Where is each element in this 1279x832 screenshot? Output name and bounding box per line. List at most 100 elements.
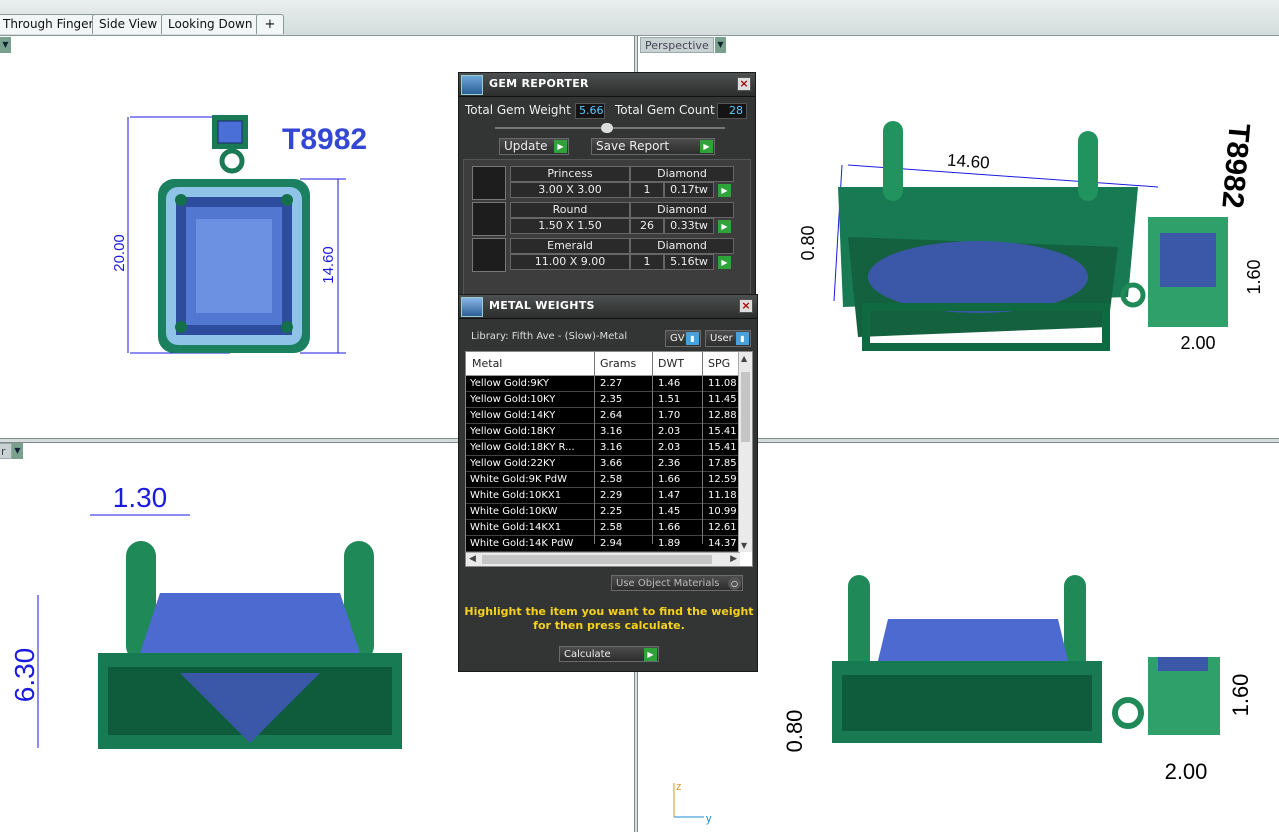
round-gem-icon [472, 202, 506, 236]
gem-reporter-close-button[interactable]: × [737, 77, 751, 91]
column-divider [702, 352, 703, 544]
metal-name: White Gold:14KX1 [470, 522, 562, 533]
metal-row[interactable]: Yellow Gold:22KY 3.66 2.36 17.85 [466, 456, 738, 472]
add-tab-button[interactable]: + [256, 14, 284, 34]
metal-grams: 3.66 [600, 458, 623, 469]
gem-row[interactable]: Round Diamond 1.50 X 1.50 26 0.33tw ▶ [472, 202, 756, 236]
metal-row[interactable]: White Gold:9K PdW 2.58 1.66 12.59 [466, 472, 738, 488]
metal-row[interactable]: Yellow Gold:18KY 3.16 2.03 15.41 [466, 424, 738, 440]
metal-dwt: 1.70 [658, 410, 681, 421]
metal-row[interactable]: Yellow Gold:18KY R... 3.16 2.03 15.41 [466, 440, 738, 456]
metal-row[interactable]: Yellow Gold:9KY 2.27 1.46 11.08 [466, 376, 738, 392]
use-object-materials-toggle[interactable]: Use Object Materials ○ [611, 575, 743, 591]
metal-grams: 2.94 [600, 538, 623, 549]
metal-row[interactable]: Yellow Gold:10KY 2.35 1.51 11.45 [466, 392, 738, 408]
gem-row[interactable]: Princess Diamond 3.00 X 3.00 1 0.17tw ▶ [472, 166, 756, 200]
metal-dwt: 2.03 [658, 442, 681, 453]
scroll-up-icon[interactable]: ▲ [741, 354, 750, 363]
user-toggle[interactable]: User ▮ [705, 330, 751, 347]
dimension-height-text: 20.00 [111, 234, 128, 272]
metal-spg: 11.08 [708, 378, 737, 389]
metal-dwt: 2.36 [658, 458, 681, 469]
metal-row[interactable]: Yellow Gold:14KY 2.64 1.70 12.88 [466, 408, 738, 424]
metal-grams: 2.64 [600, 410, 623, 421]
column-header-grams[interactable]: Grams [600, 356, 636, 372]
calculate-button[interactable]: Calculate ▶ [559, 646, 659, 662]
metal-grams: 3.16 [600, 442, 623, 453]
gem-row[interactable]: Emerald Diamond 11.00 X 9.00 1 5.16tw ▶ [472, 238, 756, 272]
metal-weights-panel: METAL WEIGHTS × Library: Fifth Ave - (Sl… [458, 294, 758, 672]
column-header-metal[interactable]: Metal [472, 356, 502, 372]
gem-select-button[interactable]: ▶ [718, 220, 731, 233]
gem-select-button[interactable]: ▶ [718, 256, 731, 269]
gv-toggle[interactable]: GV ▮ [665, 330, 701, 347]
tab-side-view[interactable]: Side View [92, 14, 165, 34]
metal-table-vertical-scrollbar[interactable]: ▲ ▼ [738, 352, 752, 552]
dimension-width-text: 14.60 [946, 151, 990, 173]
view-tab-bar: Through Finger Side View Looking Down + [0, 0, 1279, 36]
toggle-off-icon: ○ [728, 577, 741, 590]
dimension-height-text: 6.30 [9, 648, 40, 703]
metal-spg: 10.99 [708, 506, 737, 517]
scroll-right-icon[interactable]: ▶ [730, 554, 737, 564]
use-object-materials-label: Use Object Materials [616, 578, 720, 589]
scroll-left-icon[interactable]: ◀ [469, 554, 476, 564]
metal-row[interactable]: White Gold:14K PdW 2.94 1.89 14.37 [466, 536, 738, 552]
gem-list: Princess Diamond 3.00 X 3.00 1 0.17tw ▶ … [463, 159, 751, 295]
metal-dwt: 1.66 [658, 522, 681, 533]
metal-dwt: 1.89 [658, 538, 681, 549]
tab-through-finger[interactable]: Through Finger [0, 14, 101, 34]
play-icon: ▶ [644, 648, 657, 661]
dimension-inner-text: 14.60 [320, 246, 337, 284]
metal-spg: 12.88 [708, 410, 737, 421]
play-icon: ▶ [554, 140, 567, 153]
gem-shape: Round [510, 202, 630, 218]
gem-select-button[interactable]: ▶ [718, 184, 731, 197]
user-label: User [710, 333, 733, 344]
metal-grams: 2.58 [600, 474, 623, 485]
metal-spg: 14.37 [708, 538, 737, 549]
gem-reporter-titlebar[interactable]: GEM REPORTER × [459, 73, 755, 97]
metal-weights-titlebar[interactable]: METAL WEIGHTS × [459, 295, 757, 319]
metal-grams: 2.27 [600, 378, 623, 389]
metal-dwt: 1.66 [658, 474, 681, 485]
metal-grams: 2.35 [600, 394, 623, 405]
column-header-dwt[interactable]: DWT [658, 356, 684, 372]
scroll-down-icon[interactable]: ▼ [741, 541, 750, 550]
metal-table-horizontal-scrollbar[interactable]: ◀ ▶ [466, 552, 740, 566]
tab-looking-down[interactable]: Looking Down [161, 14, 260, 34]
metal-weights-close-button[interactable]: × [739, 299, 753, 313]
model-code-text: T8982 [282, 123, 367, 156]
metal-weights-icon [461, 297, 483, 317]
gem-slider-handle[interactable] [601, 123, 613, 133]
scroll-thumb[interactable] [741, 372, 750, 442]
metal-grams: 3.16 [600, 426, 623, 437]
gem-count: 1 [630, 182, 664, 198]
metal-spg: 11.18 [708, 490, 737, 501]
horizontal-scroll-thumb[interactable] [482, 555, 712, 564]
save-report-button-label: Save Report [596, 139, 670, 153]
metal-dwt: 1.51 [658, 394, 681, 405]
update-button[interactable]: Update ▶ [499, 138, 569, 155]
gem-weight: 5.16tw [664, 254, 714, 270]
metal-spg: 12.61 [708, 522, 737, 533]
metal-name: Yellow Gold:18KY R... [470, 442, 575, 453]
metal-row[interactable]: White Gold:10KX1 2.29 1.47 11.18 [466, 488, 738, 504]
metal-dwt: 1.45 [658, 506, 681, 517]
column-header-spg[interactable]: SPG [708, 356, 730, 372]
metal-spg: 12.59 [708, 474, 737, 485]
metal-spg: 11.45 [708, 394, 737, 405]
gem-size: 11.00 X 9.00 [510, 254, 630, 270]
save-report-button[interactable]: Save Report ▶ [591, 138, 715, 155]
dimension-left-text: 0.80 [782, 710, 807, 753]
emerald-gem-icon [472, 238, 506, 272]
metal-row[interactable]: White Gold:14KX1 2.58 1.66 12.61 [466, 520, 738, 536]
gem-count: 1 [630, 254, 664, 270]
metal-spg: 15.41 [708, 426, 737, 437]
metal-name: White Gold:10KW [470, 506, 558, 517]
column-divider [594, 352, 595, 544]
gem-size: 3.00 X 3.00 [510, 182, 630, 198]
toggle-icon: ▮ [736, 332, 749, 345]
metal-row[interactable]: White Gold:10KW 2.25 1.45 10.99 [466, 504, 738, 520]
total-gem-count-label: Total Gem Count [615, 103, 715, 117]
